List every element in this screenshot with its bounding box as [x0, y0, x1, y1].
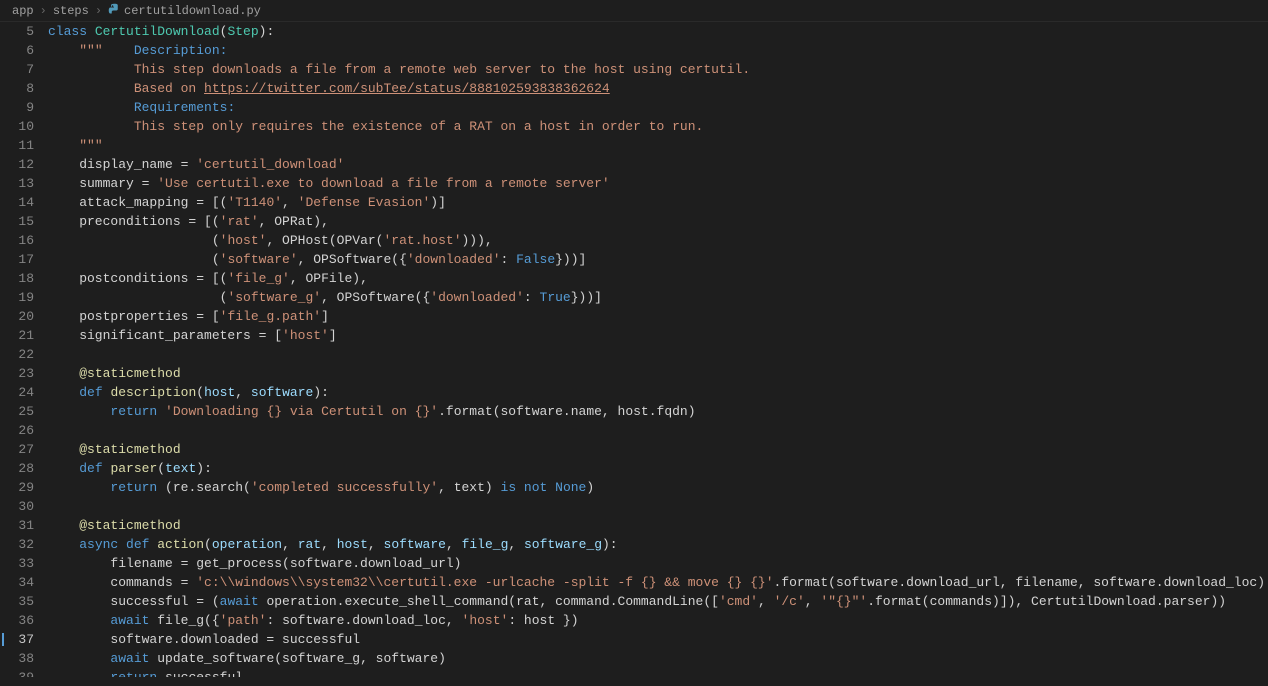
code-line[interactable]: class CertutilDownload(Step): [48, 22, 1268, 41]
line-number: 20 [0, 307, 34, 326]
line-number: 31 [0, 516, 34, 535]
line-number: 28 [0, 459, 34, 478]
code-line[interactable]: @staticmethod [48, 364, 1268, 383]
line-number: 30 [0, 497, 34, 516]
line-number: 37 [0, 630, 34, 649]
python-file-icon [108, 3, 120, 19]
code-line[interactable]: async def action(operation, rat, host, s… [48, 535, 1268, 554]
code-line[interactable]: display_name = 'certutil_download' [48, 155, 1268, 174]
line-number: 36 [0, 611, 34, 630]
code-line[interactable]: ('software', OPSoftware({'downloaded': F… [48, 250, 1268, 269]
line-number: 38 [0, 649, 34, 668]
line-number: 10 [0, 117, 34, 136]
code-line[interactable]: await file_g({'path': software.download_… [48, 611, 1268, 630]
breadcrumb-file[interactable]: certutildownload.py [124, 4, 261, 18]
line-number: 27 [0, 440, 34, 459]
line-number: 15 [0, 212, 34, 231]
line-number: 29 [0, 478, 34, 497]
code-line[interactable]: """ Description: [48, 41, 1268, 60]
breadcrumb-sep: › [40, 4, 47, 18]
code-line[interactable]: def description(host, software): [48, 383, 1268, 402]
line-number: 13 [0, 174, 34, 193]
line-number: 11 [0, 136, 34, 155]
code-line[interactable]: successful = (await operation.execute_sh… [48, 592, 1268, 611]
breadcrumb-folder[interactable]: steps [53, 4, 89, 18]
code-line[interactable]: This step downloads a file from a remote… [48, 60, 1268, 79]
line-number: 32 [0, 535, 34, 554]
code-line[interactable]: """ [48, 136, 1268, 155]
code-line[interactable]: ('host', OPHost(OPVar('rat.host'))), [48, 231, 1268, 250]
line-number: 21 [0, 326, 34, 345]
line-number: 5 [0, 22, 34, 41]
code-line[interactable]: Based on https://twitter.com/subTee/stat… [48, 79, 1268, 98]
line-number: 35 [0, 592, 34, 611]
line-number-gutter: 5678910111213141516171819202122232425262… [0, 22, 48, 686]
line-number: 19 [0, 288, 34, 307]
code-line[interactable]: @staticmethod [48, 440, 1268, 459]
code-line[interactable]: ('software_g', OPSoftware({'downloaded':… [48, 288, 1268, 307]
code-line[interactable] [48, 345, 1268, 364]
code-line[interactable]: Requirements: [48, 98, 1268, 117]
code-line[interactable] [48, 421, 1268, 440]
line-number: 16 [0, 231, 34, 250]
line-number: 12 [0, 155, 34, 174]
code-editor[interactable]: 5678910111213141516171819202122232425262… [0, 22, 1268, 686]
breadcrumb[interactable]: app › steps › certutildownload.py [0, 0, 1268, 22]
line-number: 23 [0, 364, 34, 383]
line-number: 24 [0, 383, 34, 402]
code-line[interactable]: preconditions = [('rat', OPRat), [48, 212, 1268, 231]
line-number: 8 [0, 79, 34, 98]
code-line[interactable]: return (re.search('completed successfull… [48, 478, 1268, 497]
code-line[interactable]: def parser(text): [48, 459, 1268, 478]
line-number: 39 [0, 668, 34, 677]
code-area[interactable]: class CertutilDownload(Step): """ Descri… [48, 22, 1268, 686]
line-number: 26 [0, 421, 34, 440]
line-number: 17 [0, 250, 34, 269]
code-line[interactable]: @staticmethod [48, 516, 1268, 535]
code-line[interactable]: await update_software(software_g, softwa… [48, 649, 1268, 668]
code-line[interactable]: significant_parameters = ['host'] [48, 326, 1268, 345]
code-line[interactable]: attack_mapping = [('T1140', 'Defense Eva… [48, 193, 1268, 212]
code-line[interactable]: This step only requires the existence of… [48, 117, 1268, 136]
code-line[interactable]: return 'Downloading {} via Certutil on {… [48, 402, 1268, 421]
breadcrumb-sep: › [95, 4, 102, 18]
code-line[interactable]: software.downloaded = successful [48, 630, 1268, 649]
line-number: 33 [0, 554, 34, 573]
code-line[interactable] [48, 497, 1268, 516]
line-number: 6 [0, 41, 34, 60]
code-line[interactable]: summary = 'Use certutil.exe to download … [48, 174, 1268, 193]
line-number: 25 [0, 402, 34, 421]
line-number: 22 [0, 345, 34, 364]
code-line[interactable]: commands = 'c:\\windows\\system32\\certu… [48, 573, 1268, 592]
line-number: 34 [0, 573, 34, 592]
code-line[interactable]: postconditions = [('file_g', OPFile), [48, 269, 1268, 288]
breadcrumb-root[interactable]: app [12, 4, 34, 18]
line-number: 7 [0, 60, 34, 79]
code-line[interactable]: filename = get_process(software.download… [48, 554, 1268, 573]
code-line[interactable]: return successful [48, 668, 1268, 677]
line-number: 14 [0, 193, 34, 212]
code-line[interactable]: postproperties = ['file_g.path'] [48, 307, 1268, 326]
line-number: 18 [0, 269, 34, 288]
line-number: 9 [0, 98, 34, 117]
